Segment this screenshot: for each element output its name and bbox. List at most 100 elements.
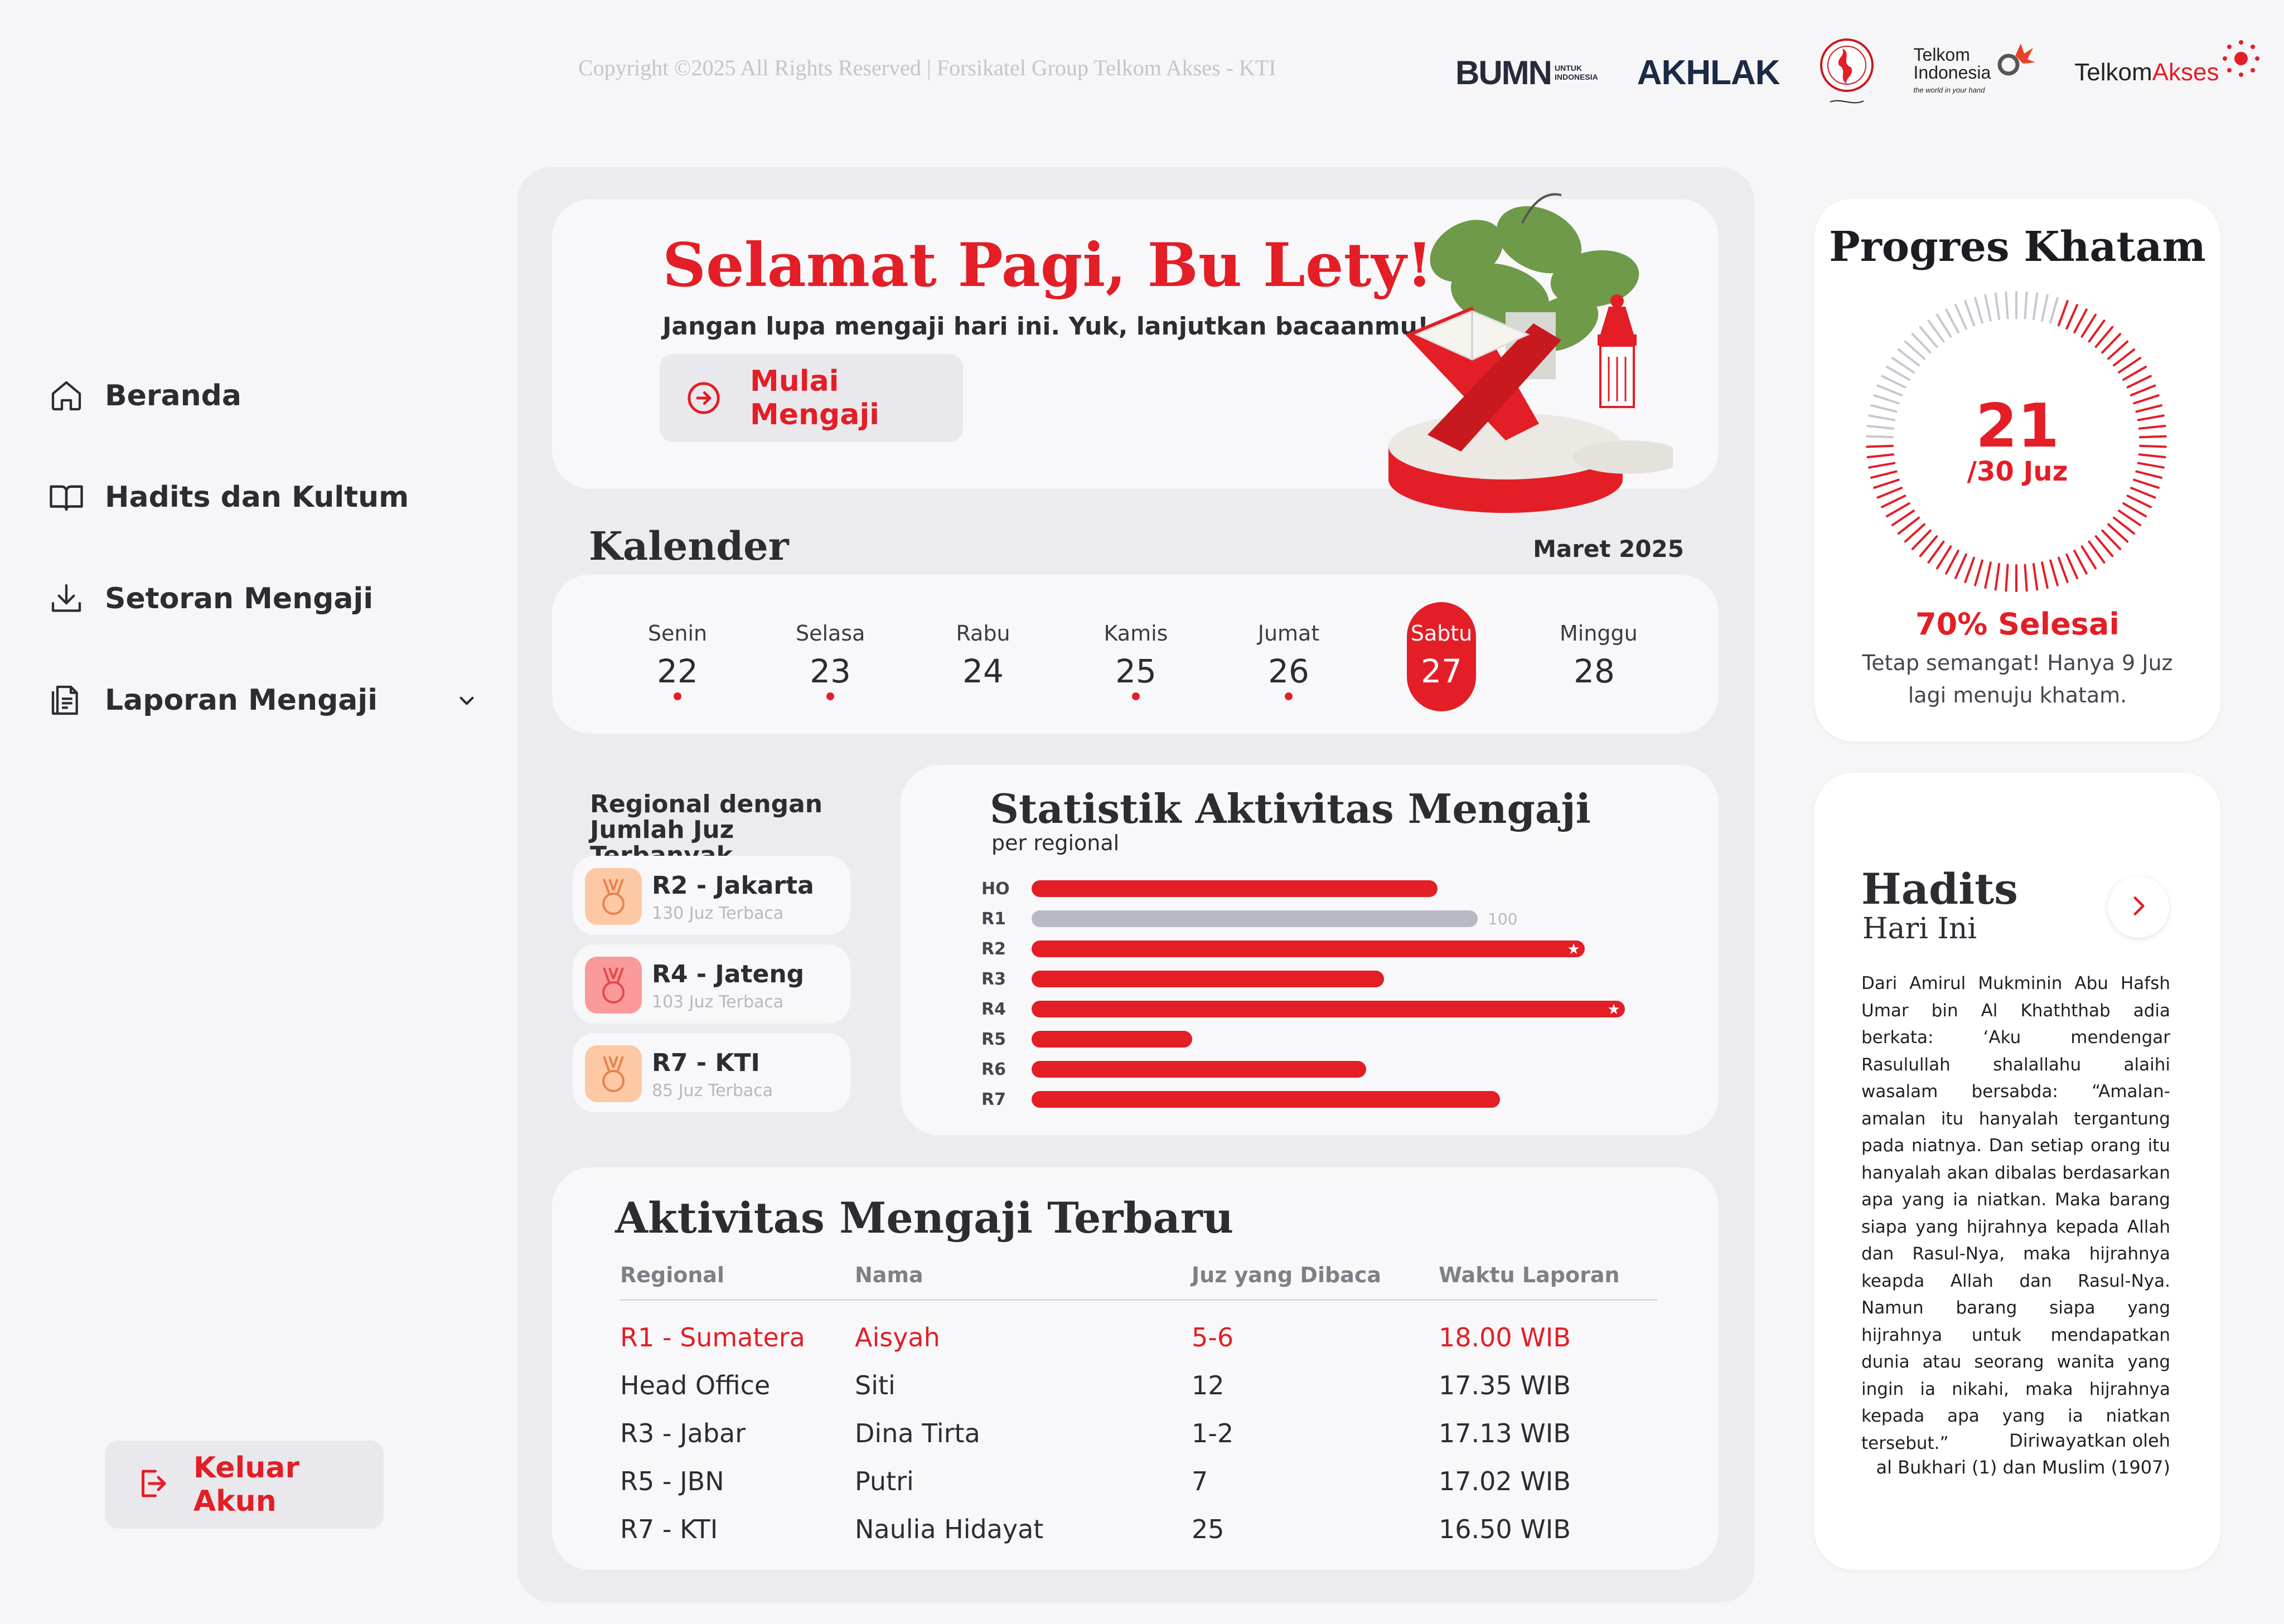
calendar-day[interactable]: Minggu 28	[1560, 602, 1638, 711]
sidebar-item-laporan-mengaji[interactable]: Laporan Mengaji	[35, 661, 481, 739]
progress-tick-empty	[1994, 292, 2001, 321]
day-name: Sabtu	[1410, 621, 1473, 646]
bar-category-label: HO	[981, 879, 1010, 899]
calendar-title: Kalender	[589, 523, 789, 569]
bar-r4	[1032, 1001, 1625, 1017]
day-name: Minggu	[1560, 621, 1638, 646]
day-date: 22	[657, 652, 698, 690]
sidebar-item-setoran-mengaji[interactable]: Setoran Mengaji	[35, 560, 481, 638]
table-cell: 17.13 WIB	[1439, 1418, 1571, 1448]
regional-rank-item: R4 - Jateng 103 Juz Terbaca	[573, 944, 850, 1024]
hadits-text: Dari Amirul Mukminin Abu Hafsh Umar bin …	[1861, 973, 2170, 1453]
progress-tick-empty	[1881, 375, 1906, 389]
table-cell: 1-2	[1192, 1418, 1234, 1448]
bar-r6	[1032, 1061, 1366, 1078]
activity-dot	[1285, 692, 1293, 700]
forsikatel-seal-logo	[1819, 31, 1875, 114]
table-cell: Naulia Hidayat	[855, 1514, 1044, 1544]
progress-tick-filled	[1994, 563, 2001, 591]
star-icon: ★	[1607, 1001, 1620, 1018]
sidebar-item-label: Beranda	[105, 379, 241, 413]
progress-percent: 70% Selesai	[1915, 607, 2120, 642]
telkom-akses-logo: Telkom Akses	[2074, 40, 2260, 86]
bar-category-label: R4	[981, 1000, 1006, 1019]
progress-tick-filled	[2122, 502, 2147, 517]
bar-value-label: 100	[1488, 910, 1517, 928]
day-date: 25	[1115, 652, 1156, 690]
calendar-day[interactable]: Selasa 23	[796, 602, 865, 711]
regional-juz-count: 130 Juz Terbaca	[652, 904, 784, 923]
start-reading-button[interactable]: Mulai Mengaji	[660, 354, 963, 442]
bar-r1	[1032, 910, 1478, 927]
activity-dot	[1132, 692, 1140, 700]
chevron-right-icon	[2125, 892, 2152, 922]
sidebar-item-beranda[interactable]: Beranda	[35, 357, 481, 435]
progress-tick-filled	[2024, 564, 2028, 592]
bar-r7	[1032, 1091, 1500, 1108]
calendar-day[interactable]: Kamis 25	[1101, 602, 1170, 711]
chevron-down-icon[interactable]	[453, 686, 481, 714]
bar-category-label: R2	[981, 939, 1006, 959]
calendar-day[interactable]: Rabu 24	[949, 602, 1018, 711]
progress-tick-filled	[2073, 550, 2088, 575]
calendar-day-today[interactable]: Sabtu 27	[1407, 602, 1476, 711]
calendar-month: Maret 2025	[1533, 535, 1684, 563]
progress-tick-empty	[1885, 366, 1910, 381]
day-name: Jumat	[1257, 621, 1320, 646]
sidebar-item-label: Laporan Mengaji	[105, 683, 378, 717]
sidebar-item-hadits-kultum[interactable]: Hadits dan Kultum	[35, 458, 481, 536]
regional-rank-item: R7 - KTI 85 Juz Terbaca	[573, 1033, 850, 1112]
progress-tick-filled	[2041, 561, 2049, 589]
regional-juz-count: 103 Juz Terbaca	[652, 992, 784, 1012]
quran-stand-illustration	[1305, 167, 1684, 524]
medal-icon	[585, 868, 642, 925]
progress-tick-empty	[1984, 294, 1992, 322]
day-name: Rabu	[956, 621, 1010, 646]
progress-tick-filled	[2126, 495, 2152, 508]
day-date: 28	[1574, 652, 1615, 690]
hadits-next-button[interactable]	[2108, 876, 2169, 938]
table-cell: Head Office	[620, 1370, 771, 1400]
progress-tick-empty	[1945, 308, 1959, 333]
progress-current: 21	[1975, 391, 2060, 461]
hadits-title: Hadits	[1861, 864, 2018, 914]
progress-tick-empty	[1974, 297, 1983, 324]
sidebar-item-label: Hadits dan Kultum	[105, 481, 409, 514]
progress-tick-empty	[2024, 291, 2028, 319]
table-cell: 5-6	[1192, 1322, 1234, 1352]
bar-category-label: R5	[981, 1030, 1006, 1049]
column-header: Nama	[855, 1263, 923, 1287]
progress-tick-filled	[1974, 559, 1983, 586]
regional-juz-count: 85 Juz Terbaca	[652, 1081, 773, 1101]
progress-tick-filled	[2130, 384, 2156, 396]
bar-category-label: R1	[981, 909, 1006, 929]
start-reading-label: Mulai Mengaji	[750, 365, 879, 432]
day-name: Kamis	[1104, 621, 1168, 646]
calendar-day[interactable]: Jumat 26	[1254, 602, 1323, 711]
day-name: Senin	[647, 621, 708, 646]
day-date: 24	[962, 652, 1004, 690]
partner-logos: BUMN UNTUK INDONESIA AKHLAK Telkom Indon…	[1455, 22, 2284, 123]
day-name: Selasa	[796, 621, 865, 646]
progress-tick-filled	[2122, 366, 2147, 381]
progress-tick-empty	[1876, 384, 1903, 396]
progress-message: Tetap semangat! Hanya 9 Juz lagi menuju …	[1862, 651, 2173, 707]
table-cell: 18.00 WIB	[1439, 1322, 1571, 1352]
calendar-day[interactable]: Senin 22	[643, 602, 712, 711]
medal-icon	[585, 1045, 642, 1102]
progress-title: Progres Khatam	[1829, 223, 2206, 271]
progress-tick-filled	[1964, 556, 1976, 583]
home-icon	[47, 376, 86, 415]
progress-tick-filled	[2049, 559, 2059, 586]
table-cell: Putri	[855, 1466, 914, 1496]
column-header: Regional	[620, 1263, 725, 1287]
progress-tick-filled	[2080, 313, 2097, 338]
document-icon	[47, 681, 86, 720]
progress-tick-filled	[1945, 550, 1959, 575]
progress-unit: /30 Juz	[1967, 456, 2068, 487]
table-cell: 12	[1192, 1370, 1225, 1400]
table-cell: R3 - Jabar	[620, 1418, 746, 1448]
stats-title: Statistik Aktivitas Mengaji	[990, 785, 1591, 832]
progress-tick-filled	[2057, 556, 2069, 583]
logout-button[interactable]: Keluar Akun	[105, 1441, 384, 1529]
